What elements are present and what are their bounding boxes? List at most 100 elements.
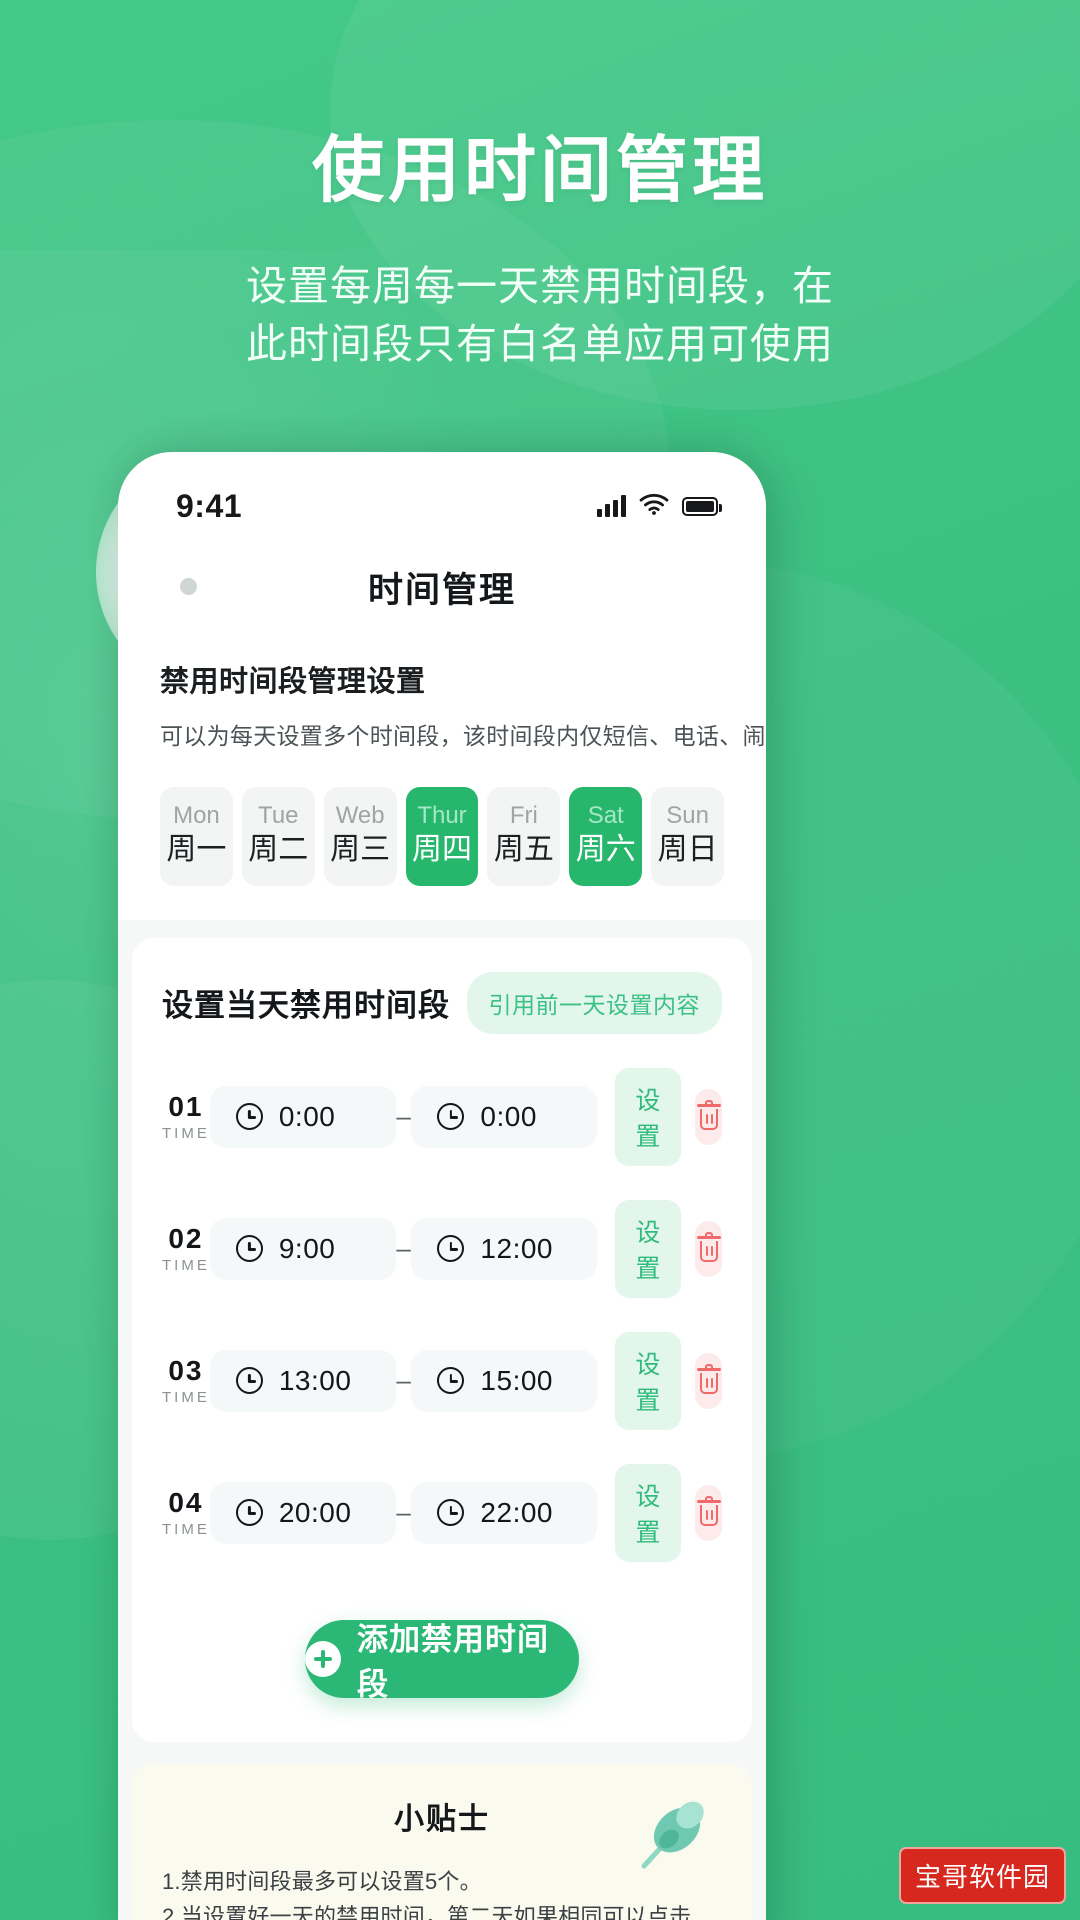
weekday-tab-sun[interactable]: Sun 周日 [651,787,725,886]
end-time-field[interactable]: 12:00 [411,1217,598,1280]
page-title: 使用时间管理 [311,131,768,211]
quote-previous-day-button[interactable]: 引用前一天设置内容 [466,971,722,1034]
section-title: 禁用时间段管理设置 [160,666,426,698]
delete-button[interactable] [695,1352,722,1409]
weekday-selector: Mon 周一 Tue 周二 Web 周三 Thur 周四 Fri 周五 Sat … [160,787,725,886]
weekday-en-label: Mon [173,802,220,830]
set-button[interactable]: 设置 [615,1331,682,1430]
slot-index: 02 TIME [162,1223,210,1274]
weekday-tab-mon[interactable]: Mon 周一 [160,787,233,886]
start-time-field[interactable]: 20:00 [209,1481,396,1544]
section-description: 可以为每天设置多个时间段，该时间段内仅短信、电话、闹钟可用 [160,723,766,749]
delete-button[interactable] [695,1088,722,1145]
time-slot-card: 设置当天禁用时间段 引用前一天设置内容 01 TIME 0:00 – 0:00 [132,937,752,1742]
plus-circle-icon [305,1640,341,1677]
end-time-value: 15:00 [480,1364,553,1396]
weekday-cn-label: 周一 [166,833,227,867]
range-separator: – [396,1233,411,1264]
signal-bars-icon [597,495,626,517]
battery-icon [682,496,722,516]
end-time-value: 22:00 [480,1496,553,1528]
set-button[interactable]: 设置 [615,1199,682,1298]
app-navbar: 时间管理 [118,544,766,630]
clock-icon [437,1499,465,1527]
time-slot-row: 01 TIME 0:00 – 0:00 设置 [162,1067,722,1166]
delete-button[interactable] [695,1220,722,1277]
time-slot-row: 04 TIME 20:00 – 22:00 设置 [162,1463,722,1562]
start-time-field[interactable]: 0:00 [209,1085,396,1148]
status-bar-icons [597,493,722,520]
clock-icon [437,1103,465,1131]
weekday-en-label: Fri [509,802,538,830]
slot-index-label: TIME [162,1257,210,1275]
status-bar: 9:41 [118,452,766,544]
range-separator: – [396,1365,411,1396]
weekday-en-label: Sun [666,802,709,830]
weekday-tab-fri[interactable]: Fri 周五 [487,787,561,886]
clock-icon [235,1367,263,1395]
start-time-field[interactable]: 13:00 [209,1349,396,1412]
start-time-value: 9:00 [278,1232,336,1264]
add-time-slot-label: 添加禁用时间段 [357,1621,549,1702]
weekday-tab-wed[interactable]: Web 周三 [323,787,397,886]
time-slot-card-header: 设置当天禁用时间段 引用前一天设置内容 [162,971,722,1034]
slot-index: 01 TIME [162,1091,210,1142]
trash-icon [696,1231,721,1262]
settings-header-panel: 禁用时间段管理设置 可以为每天设置多个时间段，该时间段内仅短信、电话、闹钟可用 … [118,630,766,920]
end-time-field[interactable]: 15:00 [411,1349,598,1412]
phone-mockup: 9:41 时间管理 禁用时间段管理设置 可以为每天设置多个时间段，该时间段内仅短… [118,452,766,1920]
range-separator: – [396,1101,411,1132]
range-separator: – [396,1497,411,1528]
weekday-cn-label: 周五 [493,833,554,867]
trash-icon [696,1099,721,1130]
weekday-cn-label: 周日 [657,833,718,867]
end-time-value: 0:00 [480,1100,537,1132]
navbar-title: 时间管理 [367,570,516,610]
slot-index: 03 TIME [162,1355,210,1406]
app-content: 禁用时间段管理设置 可以为每天设置多个时间段，该时间段内仅短信、电话、闹钟可用 … [118,630,766,1920]
end-time-field[interactable]: 22:00 [411,1481,598,1544]
weekday-cn-label: 周三 [330,833,391,867]
clock-icon [235,1103,263,1131]
slot-index-number: 03 [168,1355,204,1387]
weekday-tab-sat[interactable]: Sat 周六 [569,787,643,886]
end-time-value: 12:00 [480,1232,553,1264]
clock-icon [235,1235,263,1263]
weekday-cn-label: 周四 [412,833,472,867]
trash-icon [696,1495,721,1526]
weekday-cn-label: 周二 [248,833,309,867]
tip-item: 2.当设置好一天的禁用时间，第二天如果相同可以点击【引用 [162,1904,692,1920]
clock-icon [437,1367,465,1395]
end-time-field[interactable]: 0:00 [411,1085,598,1148]
start-time-field[interactable]: 9:00 [209,1217,396,1280]
slot-index-label: TIME [162,1389,210,1407]
slot-index-label: TIME [162,1125,210,1143]
time-slot-row: 02 TIME 9:00 – 12:00 设置 [162,1199,722,1298]
slot-index-number: 01 [168,1091,204,1123]
page-subtitle-line2: 此时间段只有白名单应用可使用 [246,321,834,368]
trash-icon [696,1363,721,1394]
weekday-tab-tue[interactable]: Tue 周二 [241,787,315,886]
clock-icon [437,1235,465,1263]
set-button[interactable]: 设置 [615,1067,682,1166]
slot-index: 04 TIME [162,1487,210,1538]
hero-section: 使用时间管理 设置每周每一天禁用时间段，在 此时间段只有白名单应用可使用 [0,0,1080,374]
page-subtitle: 设置每周每一天禁用时间段，在 此时间段只有白名单应用可使用 [0,257,1080,373]
start-time-value: 0:00 [278,1100,336,1132]
status-bar-time: 9:41 [176,487,243,524]
delete-button[interactable] [695,1484,722,1541]
tips-card: 小贴士 1.禁用时间段最多可以设置5个。 2.当设置好一天的禁用时间，第二天如果… [132,1763,752,1920]
weekday-tab-thu[interactable]: Thur 周四 [405,787,479,886]
weekday-en-label: Thur [417,802,467,830]
time-slot-row: 03 TIME 13:00 – 15:00 设置 [162,1331,722,1430]
weekday-cn-label: 周六 [575,833,636,867]
pushpin-icon [614,1786,718,1882]
watermark: 宝哥软件园 [898,1847,1066,1904]
slot-index-number: 02 [168,1223,204,1255]
weekday-en-label: Tue [258,802,299,830]
set-button[interactable]: 设置 [615,1463,682,1562]
slot-index-label: TIME [162,1521,210,1539]
card-title: 设置当天禁用时间段 [162,988,450,1024]
add-time-slot-button[interactable]: 添加禁用时间段 [305,1619,579,1702]
clock-icon [235,1499,263,1527]
